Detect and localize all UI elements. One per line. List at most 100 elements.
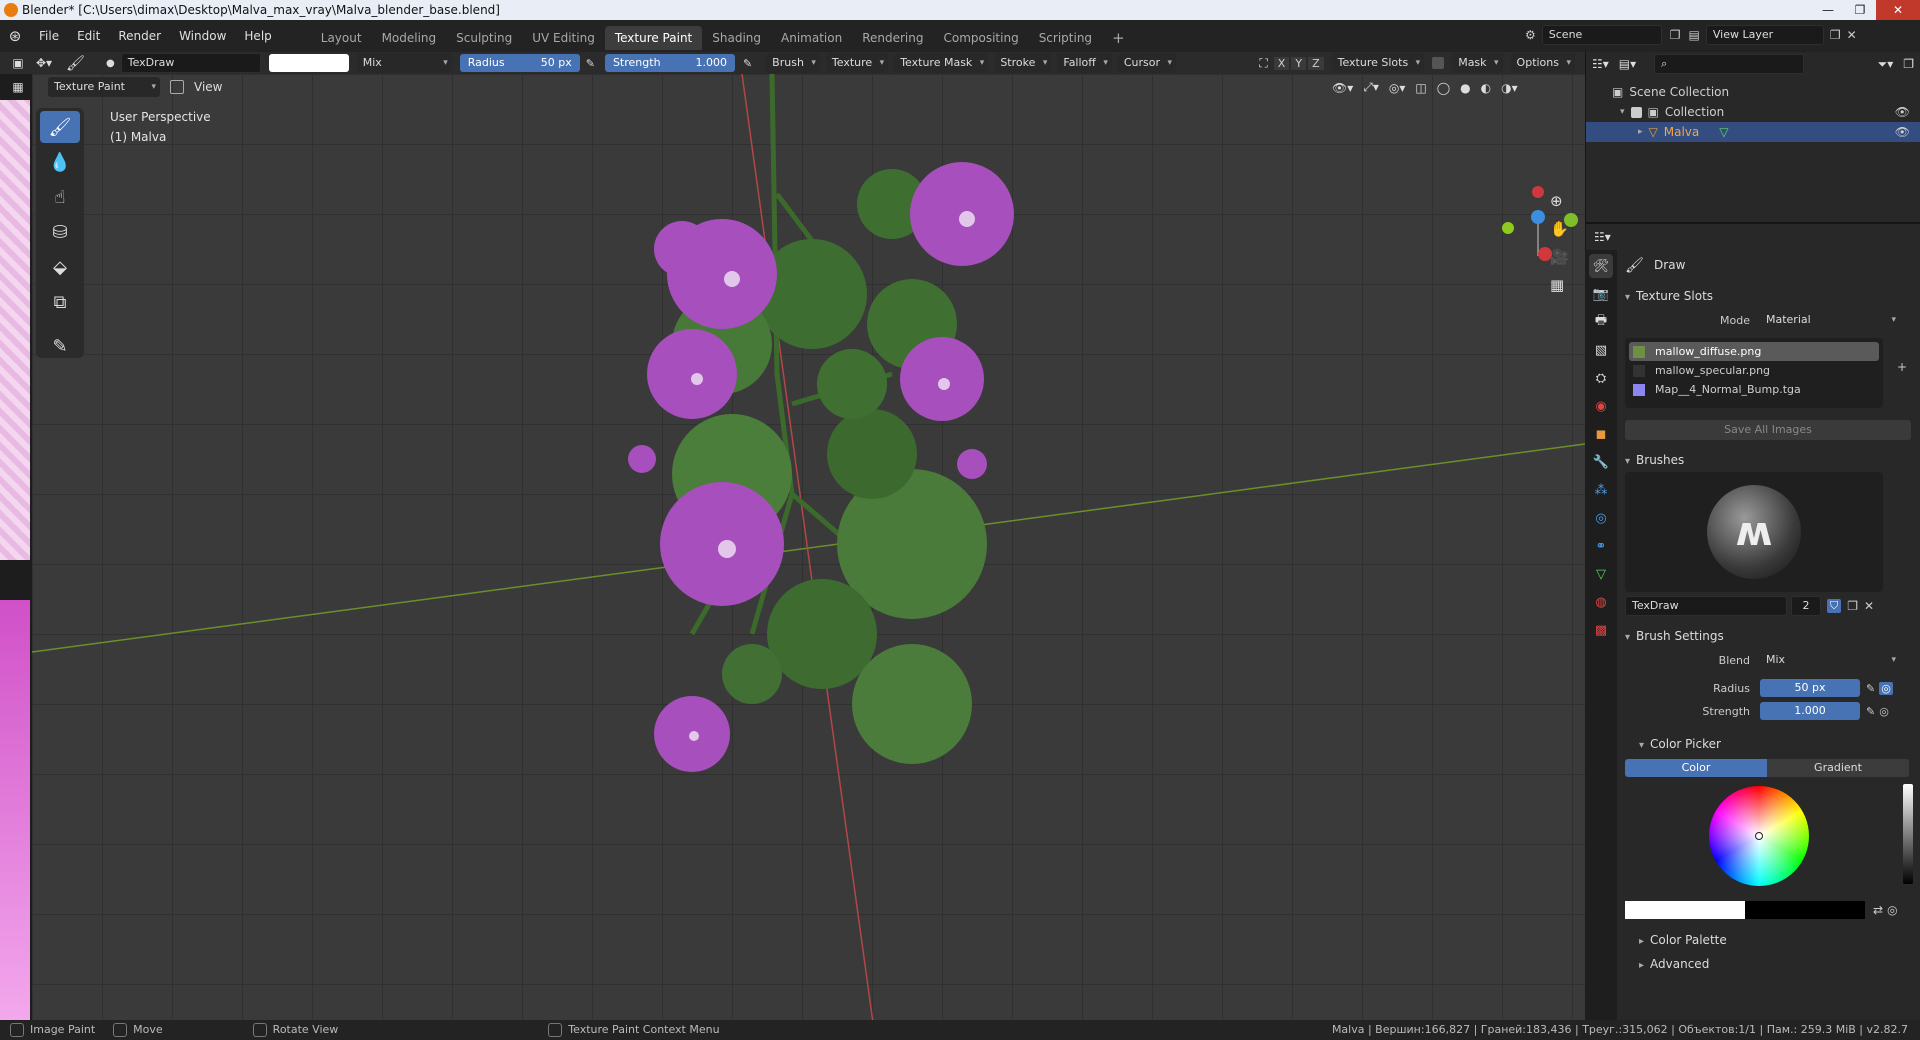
brush-name-field[interactable]: TexDraw: [120, 53, 261, 73]
pan-hand-icon[interactable]: ✋: [1550, 220, 1569, 238]
editor-type-icon[interactable]: ▣: [0, 56, 36, 70]
mode-dropdown[interactable]: Texture Paint: [48, 77, 160, 97]
eye-icon[interactable]: 👁: [1895, 125, 1910, 139]
radius-pressure-icon[interactable]: ✎: [586, 57, 595, 70]
tab-texture-icon[interactable]: ▩: [1589, 618, 1613, 642]
secondary-color-swatch[interactable]: [1745, 901, 1865, 919]
duplicate-brush-icon[interactable]: ❐: [1847, 599, 1858, 613]
texture-menu[interactable]: Texture: [825, 53, 889, 73]
slot-item[interactable]: Map__4_Normal_Bump.tga: [1629, 380, 1879, 399]
filter-icon[interactable]: ⏷▾: [1878, 57, 1894, 72]
brush-menu[interactable]: Brush: [766, 53, 820, 73]
color-picker-panel-header[interactable]: Color Picker: [1625, 732, 1915, 756]
blender-menu-icon[interactable]: ⊛: [0, 27, 30, 45]
zoom-icon[interactable]: ⊕: [1550, 192, 1569, 210]
new-view-layer-icon[interactable]: ❐: [1830, 28, 1841, 42]
add-slot-icon[interactable]: +: [1897, 360, 1907, 374]
strength-pressure-icon-2[interactable]: ◎: [1879, 705, 1889, 718]
annotate-tool-icon[interactable]: ✎: [40, 330, 80, 362]
tab-animation[interactable]: Animation: [771, 26, 852, 50]
axis-x-toggle[interactable]: X: [1273, 56, 1290, 70]
rendered-shading-icon[interactable]: ◑▾: [1501, 81, 1518, 95]
falloff-menu[interactable]: Falloff: [1057, 53, 1112, 73]
mask-popover[interactable]: Mask: [1452, 53, 1503, 73]
texture-slots-panel-header[interactable]: Texture Slots: [1625, 284, 1915, 308]
axis-z-toggle[interactable]: Z: [1308, 56, 1324, 70]
eye-icon[interactable]: 👁: [1895, 105, 1910, 119]
solid-shading-icon[interactable]: ●: [1460, 81, 1470, 95]
outliner-item-malva[interactable]: ▸ ▽ Malva ▽ 👁: [1586, 122, 1920, 142]
tab-scene-icon[interactable]: ⛭: [1589, 366, 1613, 390]
slot-item[interactable]: mallow_diffuse.png: [1629, 342, 1879, 361]
color-pressure-icon[interactable]: ◎: [1887, 903, 1897, 917]
radius-unit-icon[interactable]: ◎: [1879, 681, 1893, 695]
cursor-menu[interactable]: Cursor: [1117, 53, 1177, 73]
display-mode-icon[interactable]: ▤▾: [1619, 57, 1636, 71]
view-layer-icon[interactable]: ▤: [1689, 28, 1700, 42]
tab-modeling[interactable]: Modeling: [372, 26, 447, 50]
fill-tool-icon[interactable]: ⬙: [40, 251, 80, 283]
value-slider[interactable]: [1903, 784, 1913, 884]
radius-setting-slider[interactable]: 50 px: [1760, 679, 1860, 697]
material-shading-icon[interactable]: ◐: [1481, 81, 1491, 95]
tab-uv-editing[interactable]: UV Editing: [522, 26, 605, 50]
xray-icon[interactable]: ◫: [1415, 81, 1426, 95]
properties-editor-icon[interactable]: ☷▾: [1594, 230, 1611, 244]
tab-tool-icon[interactable]: 🛠: [1589, 254, 1613, 278]
collection-checkbox[interactable]: [1630, 106, 1642, 118]
strength-pressure-toggle-icon[interactable]: ✎: [1866, 705, 1875, 718]
outliner-editor-icon[interactable]: ☷▾: [1592, 57, 1609, 71]
minimize-icon[interactable]: —: [1812, 0, 1844, 20]
tab-compositing[interactable]: Compositing: [933, 26, 1028, 50]
tool-select-icon[interactable]: ✥▾: [36, 56, 66, 70]
tab-rendering[interactable]: Rendering: [852, 26, 933, 50]
tab-object-icon[interactable]: ◼: [1589, 422, 1613, 446]
outliner-item-scene-collection[interactable]: ▣ Scene Collection: [1586, 82, 1920, 102]
mask-tool-icon[interactable]: ⧉: [40, 286, 80, 318]
tab-output-icon[interactable]: 🖶: [1589, 310, 1613, 334]
view-menu[interactable]: View: [194, 80, 222, 94]
outliner-item-collection[interactable]: ▾ ▣ Collection 👁: [1586, 102, 1920, 122]
fake-user-icon[interactable]: ⛉: [1827, 599, 1842, 613]
brush-preview[interactable]: ʍ: [1625, 472, 1883, 592]
brush-color-swatch[interactable]: [268, 54, 349, 72]
texture-slots-popover[interactable]: Texture Slots: [1331, 53, 1425, 73]
radius-pressure-toggle-icon[interactable]: ✎: [1866, 682, 1875, 695]
tab-world-icon[interactable]: ◉: [1589, 394, 1613, 418]
scene-icon[interactable]: ⚙: [1525, 28, 1536, 42]
tab-color[interactable]: Color: [1625, 759, 1767, 777]
soften-tool-icon[interactable]: 💧: [40, 146, 80, 178]
menu-edit[interactable]: Edit: [68, 20, 109, 52]
save-all-images-button[interactable]: Save All Images: [1625, 420, 1911, 440]
tab-constraints-icon[interactable]: ⚭: [1589, 534, 1613, 558]
ortho-grid-icon[interactable]: ▦: [1550, 276, 1569, 294]
tab-render-icon[interactable]: 📷: [1589, 282, 1613, 306]
tab-data-icon[interactable]: ▽: [1589, 562, 1613, 586]
smear-tool-icon[interactable]: ☝: [40, 181, 80, 213]
tab-view-layer-icon[interactable]: ▧: [1589, 338, 1613, 362]
brush-datablock-name[interactable]: TexDraw: [1625, 596, 1787, 616]
advanced-panel-header[interactable]: Advanced: [1625, 952, 1915, 976]
texture-mask-menu[interactable]: Texture Mask: [894, 53, 989, 73]
tab-scripting[interactable]: Scripting: [1029, 26, 1102, 50]
radius-slider[interactable]: Radius 50 px: [459, 54, 580, 72]
gizmo-icon[interactable]: ⤢▾: [1363, 80, 1379, 95]
visibility-icon[interactable]: 👁▾: [1332, 81, 1353, 95]
tab-gradient[interactable]: Gradient: [1767, 759, 1909, 777]
clone-tool-icon[interactable]: ⛁: [40, 216, 80, 248]
expand-icon[interactable]: ▾: [1620, 107, 1625, 117]
add-workspace-icon[interactable]: +: [1102, 26, 1135, 50]
brush-tool-icon[interactable]: 🖌: [66, 54, 106, 72]
tab-modifier-icon[interactable]: 🔧: [1589, 450, 1613, 474]
unlink-brush-icon[interactable]: ✕: [1864, 599, 1874, 613]
close-icon[interactable]: ✕: [1876, 0, 1920, 20]
menu-window[interactable]: Window: [170, 20, 235, 52]
tab-texture-paint[interactable]: Texture Paint: [604, 26, 703, 50]
mask-checkbox[interactable]: [1432, 57, 1445, 69]
brush-users-count[interactable]: 2: [1791, 596, 1821, 616]
malva-plant-model[interactable]: [628, 74, 1014, 772]
maximize-icon[interactable]: ❐: [1844, 0, 1876, 20]
mesh-data-icon[interactable]: ▽: [1719, 125, 1728, 139]
brush-settings-panel-header[interactable]: Brush Settings: [1625, 624, 1915, 648]
symmetry-icon[interactable]: ⛶: [1259, 56, 1267, 71]
